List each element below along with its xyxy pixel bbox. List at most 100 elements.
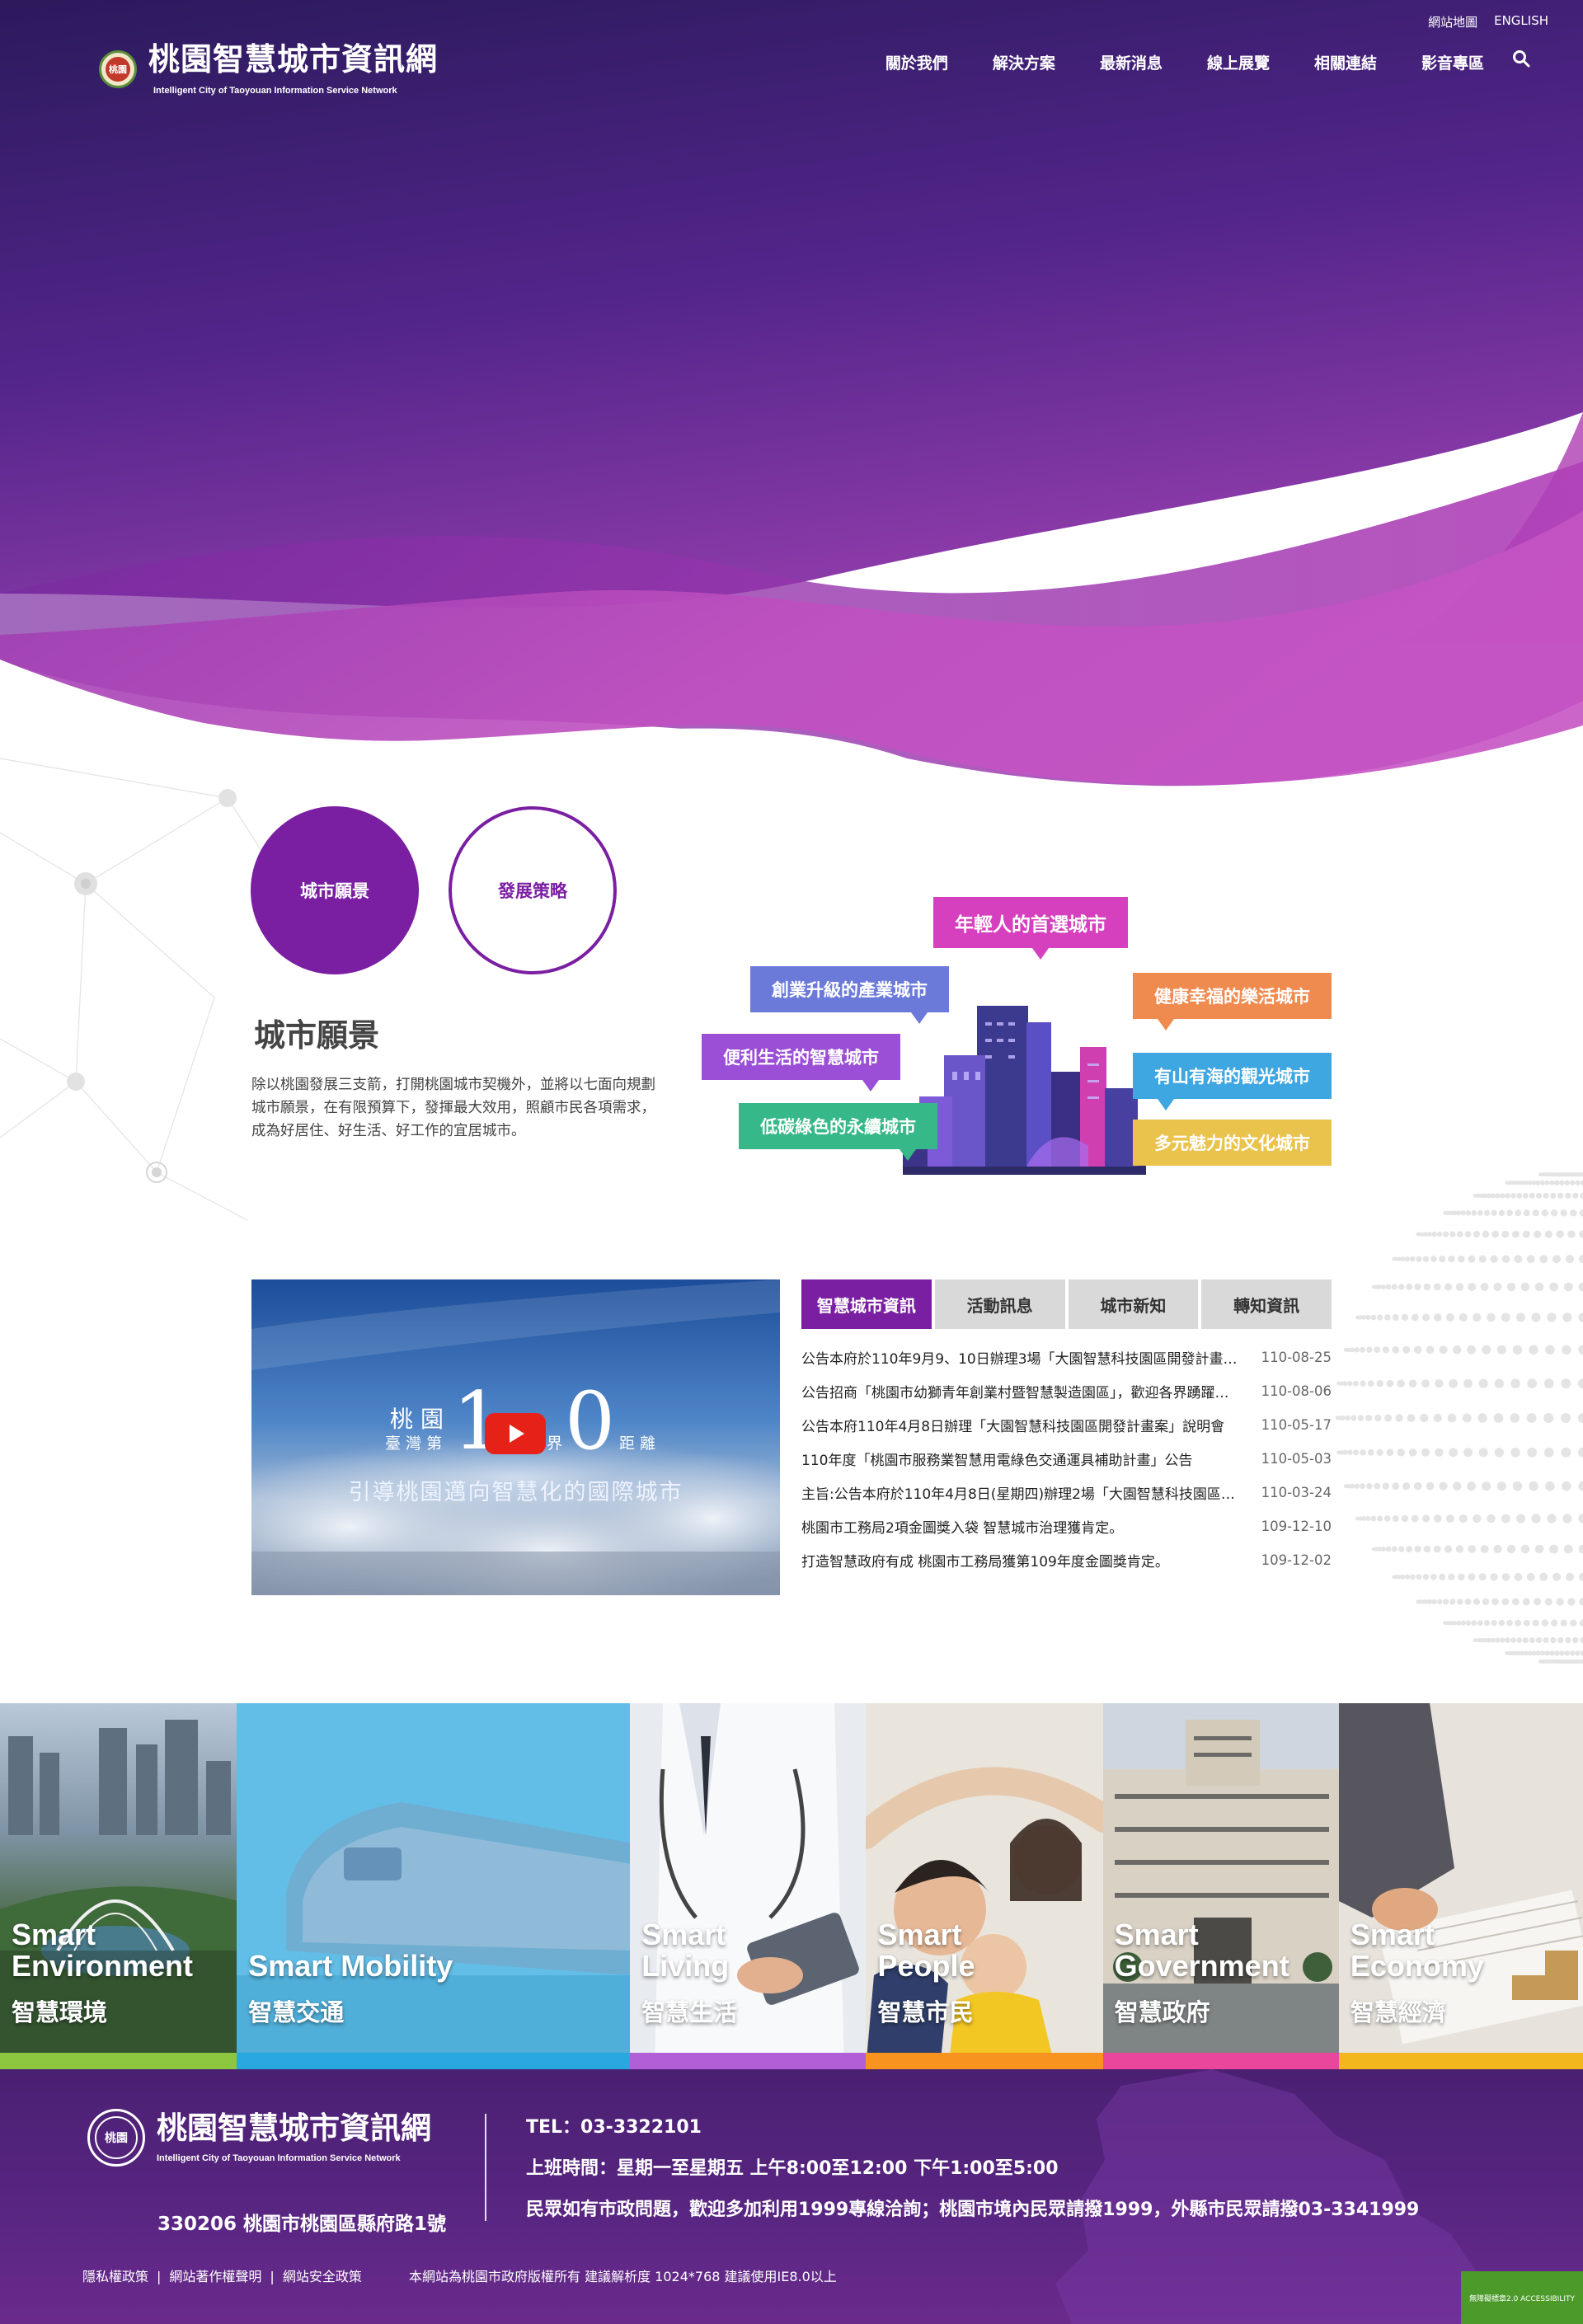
sphere-dot <box>1550 1619 1558 1627</box>
sphere-dot <box>1446 1210 1451 1215</box>
site-logo[interactable]: 桃園 桃園智慧城市資訊網 Intelligent City of Taoyoua… <box>99 41 439 96</box>
news-item[interactable]: 110年度「桃園市服務業智慧用電綠色交通運具補助計畫」公告 110-05-03 <box>801 1442 1332 1476</box>
news-tabs: 智慧城市資訊 活動訊息 城市新知 轉知資訊 <box>801 1279 1332 1329</box>
vision-description: 除以桃園發展三支箭，打開桃園城市契機外，並將以七面向規劃城市願景，在有限預算下，… <box>251 1077 655 1139</box>
news-item[interactable]: 公告招商「桃園市幼獅青年創業村暨智慧製造園區」，歡迎各界踴躍參與 110-08-0… <box>801 1374 1332 1408</box>
sphere-dot <box>1410 1574 1416 1580</box>
tab-smart-city-info[interactable]: 智慧城市資訊 <box>801 1279 932 1329</box>
tile-en-title: Smart Living <box>641 1919 729 1982</box>
sphere-dot <box>1498 1619 1505 1627</box>
english-link[interactable]: ENGLISH <box>1494 13 1548 31</box>
tile-en-line2: People <box>877 1949 975 1983</box>
tab-city-knowledge[interactable]: 城市新知 <box>1068 1279 1199 1329</box>
site-title: 桃園智慧城市資訊網 <box>148 41 439 77</box>
sphere-dot <box>1439 1345 1448 1354</box>
sphere-dot <box>1422 1256 1430 1262</box>
tab-development-strategy[interactable]: 發展策略 <box>449 806 617 974</box>
play-icon[interactable] <box>485 1413 546 1454</box>
news-item[interactable]: 公告本府110年4月8日辦理「大園智慧科技園區開發計畫案」說明會 110-05-1… <box>801 1408 1332 1442</box>
sphere-dot <box>1501 1312 1510 1322</box>
sphere-dot <box>1356 1315 1360 1320</box>
news-item[interactable]: 主旨:公告本府於110年4月8日(星期四)辦理2場「大園智慧科技園區」說明會 11… <box>801 1476 1332 1509</box>
sphere-dot <box>1416 1599 1421 1604</box>
tab-forwarded-info[interactable]: 轉知資訊 <box>1201 1279 1332 1329</box>
sphere-dot <box>1406 1546 1412 1552</box>
tile-smart-economy[interactable]: Smart Economy 智慧經濟 <box>1338 1703 1583 2069</box>
sphere-dot <box>1414 1283 1421 1291</box>
sphere-dot <box>1423 1283 1431 1291</box>
nav-about[interactable]: 關於我們 <box>885 51 948 73</box>
news-item[interactable]: 打造智慧政府有成 桃園市工務局獲第109年度金圖獎肯定。 109-12-02 <box>801 1543 1332 1577</box>
tile-smart-mobility[interactable]: Smart Mobility 智慧交通 <box>237 1703 631 2069</box>
sphere-dot <box>1420 1232 1425 1237</box>
search-icon[interactable] <box>1512 49 1530 68</box>
sphere-dot <box>1370 1515 1377 1522</box>
nav-news[interactable]: 最新消息 <box>1100 51 1163 73</box>
sphere-dot <box>1563 1544 1573 1554</box>
nav-media[interactable]: 影音專區 <box>1421 51 1484 73</box>
security-policy-link[interactable]: 網站安全政策 <box>283 2269 362 2284</box>
news-item[interactable]: 公告本府於110年9月9、10日辦理3場「大園智慧科技園區開發計畫」說明會 110… <box>801 1340 1332 1374</box>
sphere-dot <box>1578 1413 1583 1423</box>
intro-video[interactable]: 桃 園 臺 灣 第 1 界 0 距 離 引導桃園邁向智慧化的國際城市 <box>251 1279 780 1595</box>
sphere-dot <box>1512 1230 1520 1238</box>
sphere-dot <box>1397 1448 1405 1457</box>
tile-smart-environment[interactable]: Smart Environment 智慧環境 <box>0 1703 237 2069</box>
sphere-dot <box>1545 1481 1555 1491</box>
sphere-dot <box>1430 1256 1437 1263</box>
sphere-dot <box>1578 1312 1583 1322</box>
tile-smart-people[interactable]: Smart People 智慧市民 <box>866 1703 1103 2069</box>
sphere-dot <box>1384 1414 1393 1422</box>
footer-tel: TEL：03-3322101 <box>526 2117 702 2138</box>
dot-sphere-decoration <box>1334 1072 1583 1772</box>
vision-title: 城市願景 <box>254 1017 380 1054</box>
tab-events[interactable]: 活動訊息 <box>934 1279 1065 1329</box>
footer-logo[interactable]: 桃園 桃園智慧城市資訊網 Intelligent City of Taoyoua… <box>87 2109 431 2167</box>
sphere-dot <box>1449 1599 1456 1605</box>
sphere-dot <box>1366 1483 1373 1490</box>
nav-exhibition[interactable]: 線上展覽 <box>1207 51 1270 73</box>
sphere-dot <box>1439 1256 1446 1263</box>
video-subtitle: 引導桃園邁向智慧化的國際城市 <box>348 1480 683 1505</box>
sphere-dot <box>1431 1231 1437 1237</box>
sphere-dot <box>1570 1619 1577 1627</box>
sphere-dot <box>1433 1545 1441 1553</box>
sphere-dot <box>1392 1482 1400 1491</box>
tile-smart-living[interactable]: Smart Living 智慧生活 <box>630 1703 867 2069</box>
sphere-dot <box>1426 1599 1432 1604</box>
copyright-link[interactable]: 網站著作權聲明 <box>169 2269 261 2284</box>
sphere-dot <box>1476 1638 1480 1642</box>
sphere-dot <box>1563 1282 1573 1292</box>
sphere-dot <box>1473 1231 1481 1238</box>
sphere-dot <box>1360 1483 1365 1490</box>
sphere-dot <box>1480 1545 1489 1553</box>
bubble-smart-label: 便利生活的智慧城市 <box>723 1048 879 1068</box>
nav-solutions[interactable]: 解決方案 <box>993 51 1055 73</box>
sphere-dot <box>1377 1314 1383 1321</box>
sphere-dot <box>1473 1312 1482 1322</box>
sphere-dot <box>1561 1378 1571 1389</box>
sitemap-link[interactable]: 網站地圖 <box>1428 13 1477 31</box>
hero-banner <box>0 0 1583 816</box>
privacy-policy-link[interactable]: 隱私權政策 <box>82 2269 148 2284</box>
sphere-dot <box>1535 1180 1541 1185</box>
sphere-dot <box>1571 1659 1576 1664</box>
nav-links[interactable]: 相關連結 <box>1314 51 1377 73</box>
bubble-happy-label: 健康幸福的樂活城市 <box>1154 987 1310 1007</box>
sphere-dot <box>1560 1619 1567 1627</box>
sphere-dot <box>1552 1255 1561 1264</box>
sphere-dot <box>1535 1650 1541 1656</box>
sphere-dot <box>1422 1313 1430 1322</box>
tab-city-vision[interactable]: 城市願景 <box>251 806 419 974</box>
sphere-dot <box>1397 1379 1405 1387</box>
news-item[interactable]: 桃園市工務局2項金圖獎入袋 智慧城市治理獲肯定。 109-12-10 <box>801 1509 1332 1543</box>
tile-smart-government[interactable]: Smart Government 智慧政府 <box>1102 1703 1339 2069</box>
accessibility-badge[interactable]: 無障礙標章2.0 ACCESSIBILITY <box>1461 2271 1583 2324</box>
sphere-dot <box>1500 1637 1505 1643</box>
sphere-dot <box>1510 1637 1516 1643</box>
sphere-dot <box>1544 1230 1552 1238</box>
sphere-dot <box>1382 1482 1390 1490</box>
sphere-dot <box>1515 1619 1522 1627</box>
video-caption-small-mid: 界 <box>547 1434 563 1453</box>
sphere-dot <box>1506 1544 1516 1554</box>
